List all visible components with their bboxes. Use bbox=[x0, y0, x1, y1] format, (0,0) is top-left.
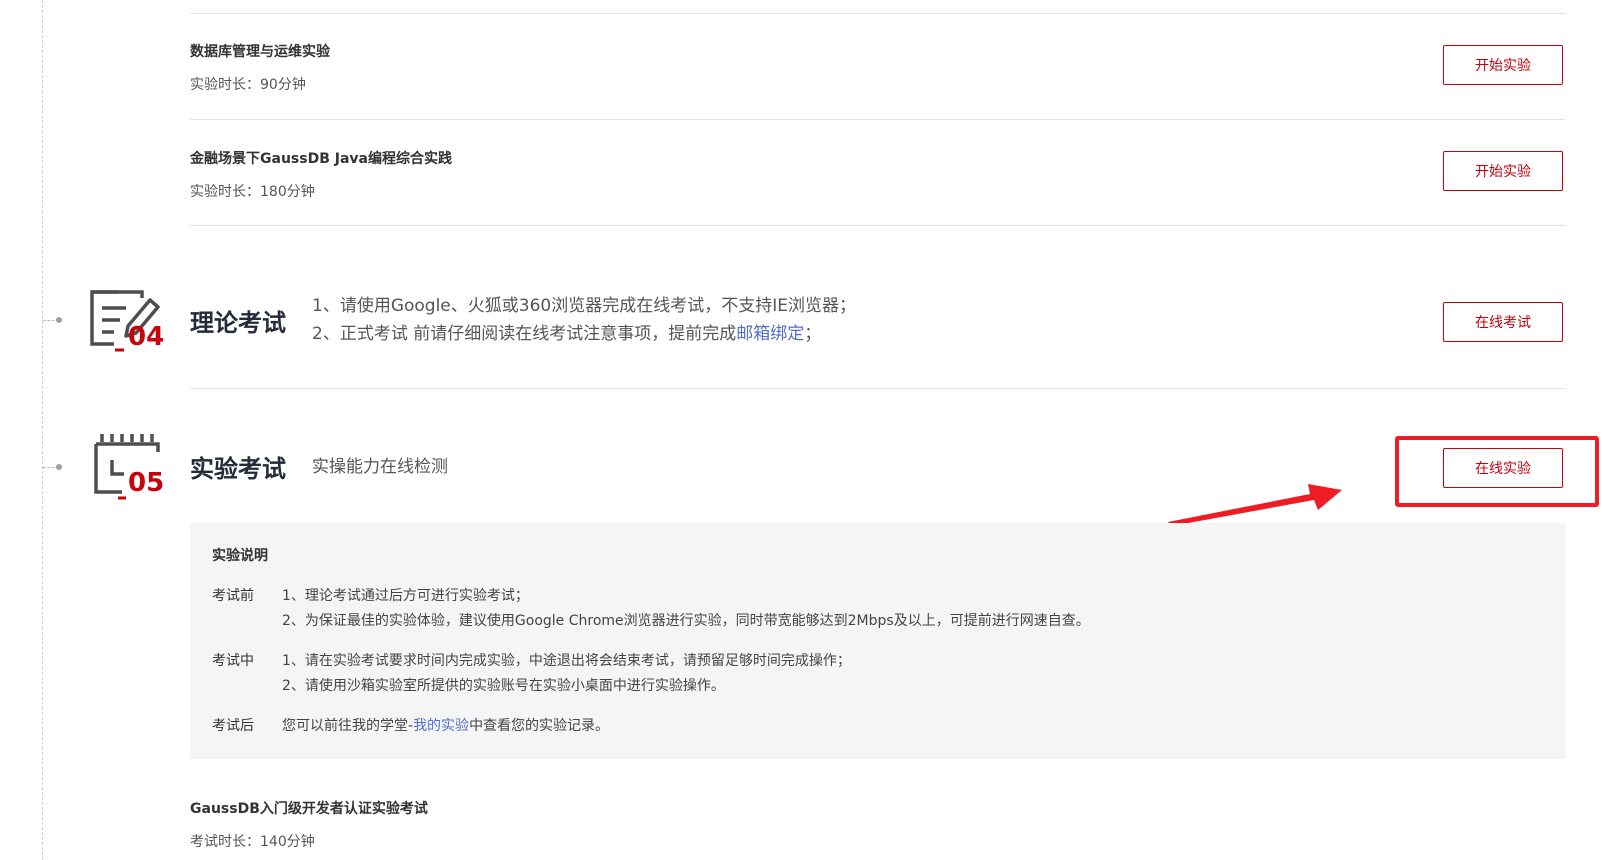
divider bbox=[190, 13, 1566, 14]
section-number: 04 bbox=[128, 322, 165, 352]
divider bbox=[190, 225, 1566, 226]
notes-text: 您可以前往我的学堂-我的实验中查看您的实验记录。 bbox=[282, 718, 610, 734]
notes-text: 2、请使用沙箱实验室所提供的实验账号在实验小桌面中进行实验操作。 bbox=[282, 678, 725, 694]
course-title: 金融场景下GaussDB Java编程综合实践 bbox=[190, 151, 452, 167]
lab-course-title: GaussDB入门级开发者认证实验考试 bbox=[190, 801, 428, 817]
theory-note-2: 2、正式考试 前请仔细阅读在线考试注意事项，提前完成邮箱绑定； bbox=[312, 324, 822, 344]
course-duration: 实验时长：180分钟 bbox=[190, 184, 315, 200]
notes-label-during: 考试中 bbox=[212, 653, 254, 669]
theory-exam-title: 理论考试 bbox=[190, 309, 286, 337]
lab-course-duration: 考试时长：140分钟 bbox=[190, 834, 315, 850]
divider bbox=[190, 119, 1566, 120]
lab-exam-title: 实验考试 bbox=[190, 455, 286, 483]
theory-note-1: 1、请使用Google、火狐或360浏览器完成在线考试，不支持IE浏览器； bbox=[312, 296, 856, 316]
lab-exam-subtitle: 实操能力在线检测 bbox=[312, 457, 448, 477]
my-labs-link[interactable]: 我的实验 bbox=[413, 718, 469, 734]
timeline-dot bbox=[56, 464, 62, 470]
start-lab-button[interactable]: 开始实验 bbox=[1443, 45, 1563, 85]
course-duration: 实验时长：90分钟 bbox=[190, 77, 306, 93]
notes-text: 1、理论考试通过后方可进行实验考试； bbox=[282, 588, 529, 604]
email-binding-link[interactable]: 邮箱绑定 bbox=[736, 324, 804, 344]
timeline-line bbox=[42, 0, 43, 860]
start-lab-button[interactable]: 开始实验 bbox=[1443, 151, 1563, 191]
notes-label-before: 考试前 bbox=[212, 588, 254, 604]
course-title: 数据库管理与运维实验 bbox=[190, 44, 330, 60]
red-arrow-annotation bbox=[1160, 478, 1350, 526]
online-exam-button[interactable]: 在线考试 bbox=[1443, 302, 1563, 342]
timeline-dot bbox=[56, 317, 62, 323]
notes-text: 1、请在实验考试要求时间内完成实验，中途退出将会结束考试，请预留足够时间完成操作… bbox=[282, 653, 851, 669]
section-number: 05 bbox=[128, 468, 165, 498]
notes-label-after: 考试后 bbox=[212, 718, 254, 734]
divider bbox=[190, 388, 1566, 389]
notes-text: 2、为保证最佳的实验体验，建议使用Google Chrome浏览器进行实验，同时… bbox=[282, 613, 1090, 629]
lab-notes-heading: 实验说明 bbox=[212, 548, 268, 564]
highlight-box bbox=[1395, 436, 1599, 507]
